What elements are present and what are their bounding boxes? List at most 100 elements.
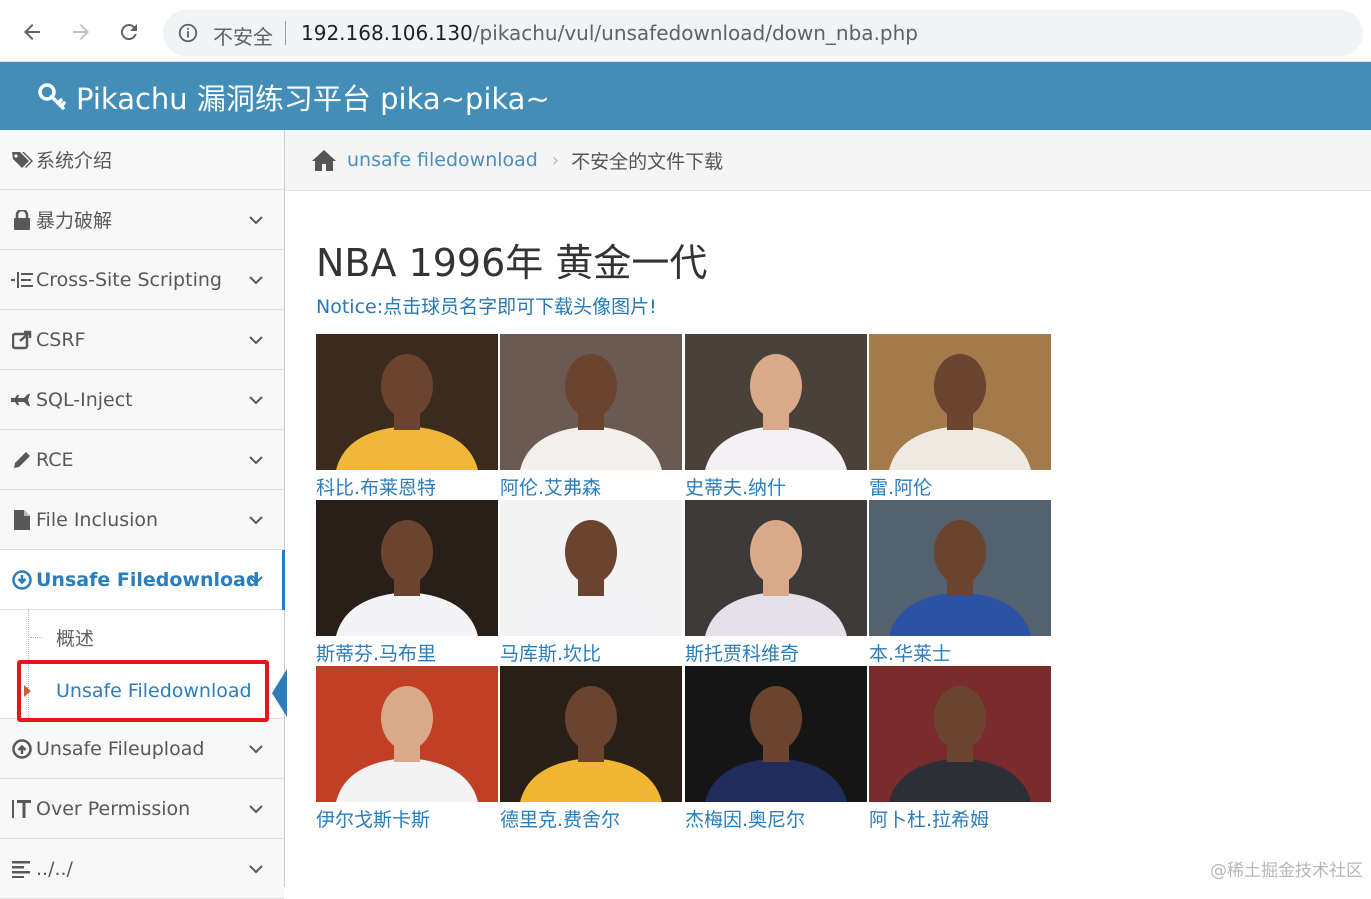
chevron-down-icon: [248, 452, 264, 468]
sidebar-item-csrf[interactable]: CSRF: [0, 310, 284, 370]
player-portrait-icon: [685, 334, 867, 470]
player-portrait-icon: [869, 500, 1051, 636]
player-download-link[interactable]: 史蒂夫.纳什: [685, 473, 786, 500]
sidebar-item-label: Cross-Site Scripting: [36, 269, 222, 291]
lock-icon: [10, 208, 34, 232]
sidebar-item-rce[interactable]: RCE: [0, 430, 284, 490]
url-text[interactable]: 192.168.106.130/pikachu/vul/unsafedownlo…: [301, 21, 918, 45]
sidebar-item-label: 系统介绍: [36, 146, 112, 173]
pencil-icon: [10, 448, 34, 472]
reload-icon: [117, 20, 141, 44]
player-photo: [316, 334, 498, 470]
player-photo: [869, 500, 1051, 636]
sidebar-item-unsafe-fileupload[interactable]: Unsafe Fileupload: [0, 719, 284, 779]
player-portrait-icon: [316, 334, 498, 470]
player-download-link[interactable]: 杰梅因.奥尼尔: [685, 805, 805, 832]
player-card: 史蒂夫.纳什: [685, 334, 867, 498]
tags-icon: [10, 148, 34, 172]
breadcrumb-current: 不安全的文件下载: [571, 147, 723, 174]
app-title-text: Pikachu 漏洞练习平台 pika~pika~: [76, 76, 550, 118]
player-portrait-icon: [685, 500, 867, 636]
player-download-link[interactable]: 德里克.费舍尔: [500, 805, 620, 832]
align-left-icon: [10, 857, 34, 881]
breadcrumb: unsafe filedownload › 不安全的文件下载: [285, 130, 1371, 191]
player-card: 杰梅因.奥尼尔: [685, 666, 867, 830]
player-card: 伊尔戈斯卡斯: [316, 666, 498, 830]
submenu-item-overview[interactable]: 概述: [0, 610, 284, 664]
player-photo: [316, 666, 498, 802]
sidebar-item-intro[interactable]: 系统介绍: [0, 130, 284, 190]
sidebar-item-file-inclusion[interactable]: File Inclusion: [0, 490, 284, 550]
sidebar: 系统介绍 暴力破解 Cross-Site Scripting CSRF SQL-…: [0, 130, 285, 887]
address-bar[interactable]: 不安全 192.168.106.130/pikachu/vul/unsafedo…: [163, 10, 1363, 56]
chevron-down-icon: [248, 512, 264, 528]
player-photo: [685, 334, 867, 470]
chevron-down-icon: [248, 801, 264, 817]
arrow-right-icon: [69, 20, 93, 44]
chevron-down-icon: [248, 272, 264, 288]
tree-branch: [30, 637, 42, 638]
sidebar-item-label: Unsafe Fileupload: [36, 738, 204, 760]
sidebar-item-xss[interactable]: Cross-Site Scripting: [0, 250, 284, 310]
breadcrumb-link[interactable]: unsafe filedownload: [347, 149, 538, 171]
player-download-link[interactable]: 斯蒂芬.马布里: [316, 639, 436, 666]
chevron-down-icon: [248, 861, 264, 877]
app-title[interactable]: Pikachu 漏洞练习平台 pika~pika~: [36, 76, 550, 118]
player-photo: [316, 500, 498, 636]
player-download-link[interactable]: 马库斯.坎比: [500, 639, 601, 666]
watermark: @稀土掘金技术社区: [1210, 856, 1363, 881]
file-icon: [10, 508, 34, 532]
player-download-link[interactable]: 阿伦.艾弗森: [500, 473, 601, 500]
chevron-down-icon: [248, 332, 264, 348]
sidebar-item-unsafe-filedownload[interactable]: Unsafe Filedownload: [0, 550, 284, 610]
sidebar-item-label: Over Permission: [36, 798, 190, 820]
info-icon: [177, 22, 199, 44]
sidebar-item-dir-traversal[interactable]: ../../: [0, 839, 284, 899]
back-button[interactable]: [18, 18, 46, 46]
player-photo: [869, 334, 1051, 470]
chevron-down-icon: [248, 741, 264, 757]
chevron-down-icon: [248, 392, 264, 408]
home-icon[interactable]: [311, 148, 337, 172]
player-photo: [500, 334, 682, 470]
player-portrait-icon: [869, 666, 1051, 802]
player-download-link[interactable]: 伊尔戈斯卡斯: [316, 805, 430, 832]
download-circle-icon: [10, 568, 34, 592]
player-card: 马库斯.坎比: [500, 500, 682, 664]
chevron-down-icon: [248, 212, 264, 228]
sidebar-item-over-permission[interactable]: Over Permission: [0, 779, 284, 839]
insecure-label: 不安全: [213, 21, 273, 50]
sidebar-item-label: CSRF: [36, 329, 85, 351]
tree-line: [28, 610, 29, 664]
player-download-link[interactable]: 科比.布莱恩特: [316, 473, 436, 500]
player-download-link[interactable]: 雷.阿伦: [869, 473, 932, 500]
sidebar-item-sqli[interactable]: SQL-Inject: [0, 370, 284, 430]
sidebar-item-label: ../../: [36, 858, 73, 880]
player-photo: [500, 666, 682, 802]
player-download-link[interactable]: 阿卜杜.拉希姆: [869, 805, 989, 832]
player-portrait-icon: [500, 334, 682, 470]
notice-text: Notice:点击球员名字即可下载头像图片!: [316, 292, 657, 319]
player-card: 阿伦.艾弗森: [500, 334, 682, 498]
player-download-link[interactable]: 本.华莱士: [869, 639, 951, 666]
player-portrait-icon: [500, 666, 682, 802]
sidebar-item-bruteforce[interactable]: 暴力破解: [0, 190, 284, 250]
forward-button[interactable]: [67, 18, 95, 46]
sidebar-item-label: Unsafe Filedownload: [36, 569, 259, 591]
reload-button[interactable]: [115, 18, 143, 46]
chevron-right-icon: ›: [552, 150, 559, 171]
player-photo: [685, 666, 867, 802]
upload-circle-icon: [10, 737, 34, 761]
page-title: NBA 1996年 黄金一代: [316, 232, 707, 287]
player-portrait-icon: [316, 500, 498, 636]
player-card: 阿卜杜.拉希姆: [869, 666, 1051, 830]
player-portrait-icon: [869, 334, 1051, 470]
browser-toolbar: 不安全 192.168.106.130/pikachu/vul/unsafedo…: [0, 0, 1371, 62]
player-photo: [685, 500, 867, 636]
submenu-item-label: 概述: [56, 624, 94, 651]
player-card: 斯蒂芬.马布里: [316, 500, 498, 664]
player-card: 德里克.费舍尔: [500, 666, 682, 830]
player-portrait-icon: [500, 500, 682, 636]
player-download-link[interactable]: 斯托贾科维奇: [685, 639, 799, 666]
sidebar-item-label: SQL-Inject: [36, 389, 133, 411]
